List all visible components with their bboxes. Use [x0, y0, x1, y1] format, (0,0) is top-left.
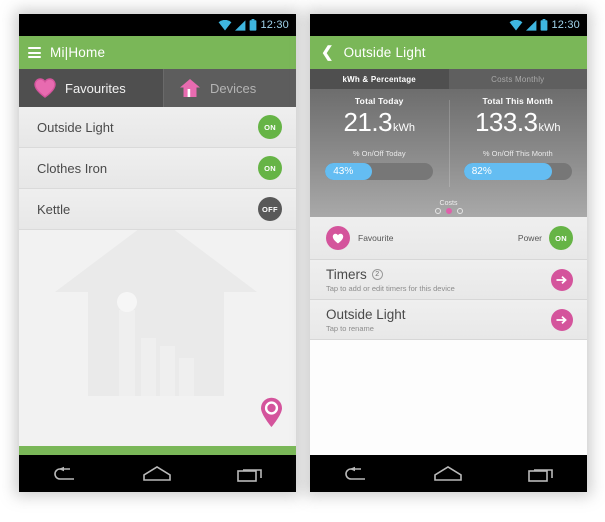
table-row[interactable]: Clothes Iron ON — [19, 148, 296, 189]
list-item[interactable]: Timers 2 Tap to add or edit timers for t… — [310, 260, 587, 300]
status-icons — [509, 19, 548, 31]
status-clock: 12:30 — [551, 19, 580, 31]
tab-devices[interactable]: Devices — [163, 69, 296, 107]
right-tab-bar: kWh & Percentage Costs Monthly — [310, 69, 587, 89]
nav-bar-left — [19, 455, 296, 492]
table-row[interactable]: Kettle OFF — [19, 189, 296, 230]
arrow-right-icon[interactable] — [551, 308, 573, 331]
table-row[interactable]: Outside Light ON — [19, 107, 296, 148]
heart-icon — [34, 78, 56, 98]
stat-number: 133.3 — [474, 107, 538, 137]
empty-area — [310, 340, 587, 455]
tab-kwh-percentage[interactable]: kWh & Percentage — [310, 69, 449, 89]
app-title: Mi|Home — [50, 45, 106, 60]
battery-icon — [250, 19, 257, 31]
pager: Costs — [310, 200, 587, 214]
recents-icon[interactable] — [233, 463, 267, 485]
back-icon[interactable] — [339, 463, 373, 485]
right-action-bar: ❮ Outside Light — [310, 36, 587, 69]
row-title-label: Outside Light — [326, 306, 406, 322]
battery-icon — [541, 19, 548, 31]
detail-rows: Favourite Power ON Timers 2 Tap to add o… — [310, 217, 587, 340]
house-icon — [180, 79, 200, 97]
home-icon[interactable] — [431, 463, 465, 485]
signal-icon — [235, 19, 246, 31]
tab-favourites-label: Favourites — [65, 80, 126, 96]
phone-left: 12:30 Mi|Home Favourites Devices Outside… — [19, 14, 296, 492]
status-badge[interactable]: ON — [258, 115, 282, 139]
recents-icon[interactable] — [524, 463, 558, 485]
progress-bar: 82% — [463, 163, 572, 180]
right-screen: 12:30 ❮ Outside Light kWh & Percentage C… — [310, 14, 587, 492]
pager-dot[interactable] — [456, 208, 463, 214]
home-icon[interactable] — [140, 463, 174, 485]
tab-favourites[interactable]: Favourites — [19, 69, 163, 107]
back-chevron-icon[interactable]: ❮ — [321, 45, 334, 60]
left-action-bar: Mi|Home — [19, 36, 296, 69]
row-title: Timers 2 — [326, 267, 455, 282]
status-badge[interactable]: OFF — [258, 197, 282, 221]
stat-unit: kWh — [393, 122, 416, 134]
stat-total-month: Total This Month 133.3kWh % On/Off This … — [448, 96, 588, 217]
list-item[interactable]: Outside Light Tap to rename — [310, 300, 587, 340]
pager-dot[interactable] — [434, 208, 441, 214]
device-name: Clothes Iron — [37, 160, 108, 176]
favourite-row[interactable]: Favourite Power ON — [310, 217, 587, 260]
nav-bar-right — [310, 455, 587, 492]
status-icons — [218, 19, 257, 31]
timer-count-badge: 2 — [371, 268, 383, 280]
row-subtitle: Tap to rename — [326, 323, 374, 333]
device-name: Outside Light — [37, 119, 114, 135]
left-tab-bar: Favourites Devices — [19, 69, 296, 107]
tab-devices-label: Devices — [210, 80, 257, 96]
wifi-icon — [219, 19, 232, 30]
power-control: Power ON — [518, 226, 573, 250]
signal-icon — [526, 19, 537, 31]
page-title: Outside Light — [343, 45, 426, 60]
power-toggle[interactable]: ON — [549, 226, 573, 250]
stat-title: Total This Month — [482, 96, 554, 106]
back-icon[interactable] — [48, 463, 82, 485]
row-text: Timers 2 Tap to add or edit timers for t… — [326, 267, 455, 293]
left-screen: 12:30 Mi|Home Favourites Devices Outside… — [19, 14, 296, 492]
favourite-label: Favourite — [358, 233, 394, 243]
row-title-label: Timers — [326, 266, 367, 282]
row-subtitle: Tap to add or edit timers for this devic… — [326, 283, 455, 293]
stats-panel: Total Today 21.3kWh % On/Off Today 43% T… — [310, 89, 587, 217]
status-clock: 12:30 — [260, 19, 289, 31]
stat-unit: kWh — [538, 122, 561, 134]
device-rows: Outside Light ON Clothes Iron ON Kettle … — [19, 107, 296, 230]
stat-value: 21.3kWh — [343, 109, 415, 135]
status-bar-right: 12:30 — [310, 14, 587, 36]
favourites-list-area: Outside Light ON Clothes Iron ON Kettle … — [19, 107, 296, 446]
house-watermark-icon — [55, 216, 257, 396]
pager-dot-active[interactable] — [445, 208, 452, 214]
device-name: Kettle — [37, 201, 71, 217]
wifi-icon — [510, 19, 523, 30]
progress-bar: 43% — [325, 163, 434, 180]
stat-total-today: Total Today 21.3kWh % On/Off Today 43% — [310, 96, 449, 217]
row-title: Outside Light — [326, 307, 406, 322]
phone-right: 12:30 ❮ Outside Light kWh & Percentage C… — [310, 14, 587, 492]
pager-label: Costs — [439, 200, 458, 207]
stat-value: 133.3kWh — [475, 109, 561, 135]
row-text: Outside Light Tap to rename — [326, 307, 406, 333]
hamburger-icon[interactable] — [28, 47, 41, 58]
arrow-right-icon[interactable] — [551, 268, 573, 291]
stat-subtitle: % On/Off Today — [352, 149, 406, 158]
status-bar-left: 12:30 — [19, 14, 296, 36]
pager-dots — [434, 208, 463, 214]
location-pin-icon[interactable] — [259, 396, 284, 428]
progress-fill: 82% — [463, 163, 553, 180]
stat-title: Total Today — [354, 96, 404, 106]
progress-fill: 43% — [325, 163, 372, 180]
stat-subtitle: % On/Off This Month — [482, 149, 553, 158]
status-badge[interactable]: ON — [258, 156, 282, 180]
stat-number: 21.3 — [343, 107, 393, 137]
heart-icon[interactable] — [326, 226, 350, 250]
left-green-bar — [19, 446, 296, 455]
power-label: Power — [517, 233, 542, 243]
tab-costs-monthly[interactable]: Costs Monthly — [448, 69, 587, 89]
favourite-left: Favourite — [326, 226, 393, 250]
